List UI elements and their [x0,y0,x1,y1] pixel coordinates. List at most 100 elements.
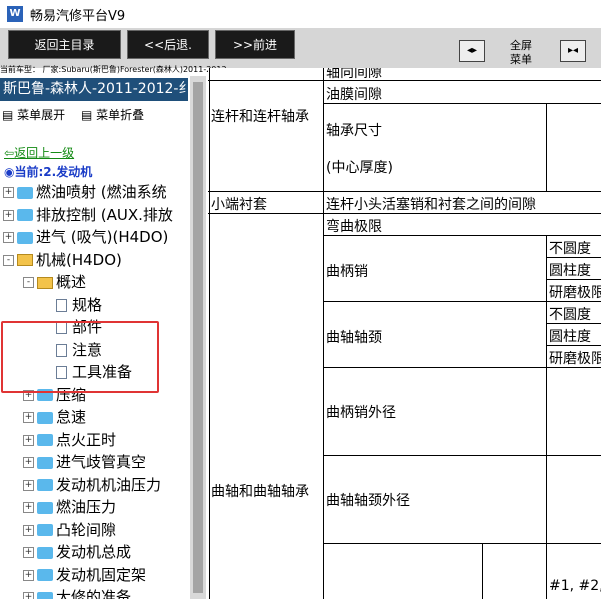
table-rule [546,103,547,191]
current-node: ◉当前:2.发动机 [4,163,92,180]
back-button[interactable]: <<后退. [127,30,209,59]
tree-item[interactable]: + 进气 (吸气)(H4DO) [3,226,168,248]
crankpin-grinding-limit-cell: 研磨极限 [549,285,601,301]
collapse-icon[interactable]: - [3,254,14,266]
menu-panel: 斯巴鲁-森林人-2011-2012-纟 ▤ 菜单展开 ▤ 菜单折叠 ⇦返回上一级… [0,76,190,599]
open-book-icon [17,254,33,266]
crank-and-bearing-cell: 曲轴和曲轴轴承 [211,484,309,500]
document-icon [56,298,67,312]
folder-icon [17,231,33,244]
home-button[interactable]: 返回主目录 [8,30,121,59]
table-rule [208,191,601,192]
table-rule [546,235,547,599]
folder-icon [37,569,53,581]
oil-clearance-cell: 油膜间隙 [326,87,382,103]
tree-item-label: 燃油压力 [56,498,117,516]
expand-icon[interactable]: + [3,209,14,221]
expand-icon[interactable]: + [23,412,34,423]
expand-icon[interactable]: + [3,232,14,243]
folder-icon [37,524,53,536]
tree-item-label: 排放控制 (AUX.排放 [36,205,173,224]
expand-icon[interactable]: + [23,434,34,446]
forward-button[interactable]: >>前进 [215,30,295,59]
table-rule [208,80,601,81]
tree-item[interactable]: + 点火正时 [23,429,116,451]
panel-arrow-icon: ◂▸ [466,45,478,56]
back-arrow-icon: ⇦ [4,146,15,160]
back-up-link[interactable]: ⇦返回上一级 [4,144,74,161]
folder-icon [37,501,53,514]
tree-item[interactable]: + 燃油喷射 (燃油系统 [3,181,167,203]
expand-icon[interactable]: + [23,524,34,536]
tree-item-label: 燃油喷射 (燃油系统 [36,183,167,201]
tree-item[interactable]: + 燃油压力 [23,496,116,518]
vertical-scrollbar[interactable] [190,76,206,599]
bearing-size-cell: 轴承尺寸 [326,123,382,139]
crankpin-od-cell: 曲柄销外径 [326,405,396,421]
tree-item-label: 规格 [72,295,103,314]
journal-cylindricity-cell: 圆柱度 [549,329,591,345]
fullscreen-button[interactable]: ▸◂ [560,40,586,62]
folder-icon [37,411,53,424]
tree-item[interactable]: - 概述 [23,271,86,293]
expand-icon[interactable]: + [23,457,34,468]
collapse-icon[interactable]: - [23,277,34,288]
tree-item[interactable]: + 发动机机油压力 [23,474,161,496]
table-rule [482,543,483,599]
tree-item[interactable]: + 大修的准备 [23,586,131,599]
folder-icon [37,479,53,491]
expand-label: 菜单展开 [17,108,66,122]
tree-item[interactable]: + 发动机总成 [23,541,131,563]
expand-icon[interactable]: + [23,569,34,581]
scrollbar-thumb[interactable] [193,82,203,593]
open-book-icon [37,276,53,289]
toolbar: 返回主目录 <<后退. >>前进 ◂▸ 全屏菜单 ▸◂ [0,28,601,68]
table-rule [209,68,210,599]
tree-item-label: 进气歧管真空 [56,453,147,471]
current-vehicle-line: 当前车型： 厂家:Subaru(斯巴鲁)Forester(森林人)2011-20… [0,65,227,74]
tree-item[interactable]: 规格 [43,294,102,316]
highlight-annotation [1,321,159,393]
folder-icon [17,186,33,199]
tree-item-label: 凸轮间隙 [56,520,117,539]
tree-item[interactable]: + 发动机固定架 [23,564,146,586]
crankpin-cell: 曲柄销 [326,264,368,280]
crankpin-out-of-round-cell: 不圆度 [549,241,591,257]
journal-numbers-cell: #1, #2, [549,578,601,594]
crankpin-cylindricity-cell: 圆柱度 [549,263,591,279]
table-rule [323,543,601,544]
fullscreen-menu-label[interactable]: 全屏菜单 [508,39,534,67]
tree-item[interactable]: + 凸轮间隙 [23,519,116,541]
journal-od-cell: 曲轴轴颈外径 [326,493,410,509]
table-rule [323,455,601,456]
tree-item[interactable]: + 进气歧管真空 [23,451,146,473]
folder-icon [37,591,53,599]
folder-icon [37,546,53,559]
collapse-all-button[interactable]: ▤ 菜单折叠 [81,108,150,122]
tree-item-label: 点火正时 [56,430,117,449]
expand-icon[interactable]: + [23,592,34,599]
tree-item-label: 机械(H4DO) [36,250,122,269]
tree-item-label: 怠速 [56,408,87,426]
tree-item-label: 进气 (吸气)(H4DO) [36,228,169,246]
small-end-bushing-cell: 小端衬套 [211,197,267,213]
tree-item[interactable]: + 怠速 [23,406,86,428]
bushing-clearance-cell: 连杆小头活塞销和衬套之间的间隙 [326,197,536,213]
app-logo-icon: W [7,6,23,22]
expand-icon[interactable]: + [23,479,34,491]
expand-icon[interactable]: + [23,547,34,558]
folder-icon [37,434,53,446]
expand-icon[interactable]: + [23,502,34,513]
expand-icon[interactable]: + [3,187,14,198]
journal-grinding-limit-cell: 研磨极限 [549,351,601,367]
expand-all-button[interactable]: ▤ 菜单展开 [2,108,71,122]
journal-cell: 曲轴轴颈 [326,330,382,346]
tree-item[interactable]: + 排放控制 (AUX.排放 [3,204,173,226]
toggle-left-panel-button[interactable]: ◂▸ [459,40,485,62]
partial-top-cell: 轴向间隙 [326,68,382,81]
tree-item[interactable]: - 机械(H4DO) [3,249,122,271]
vehicle-title-bar: 斯巴鲁-森林人-2011-2012-纟 [0,78,188,101]
center-thickness-cell: (中心厚度) [326,160,393,176]
expand-arrows-icon: ▸◂ [567,45,579,56]
tree-item-label: 概述 [56,273,87,291]
